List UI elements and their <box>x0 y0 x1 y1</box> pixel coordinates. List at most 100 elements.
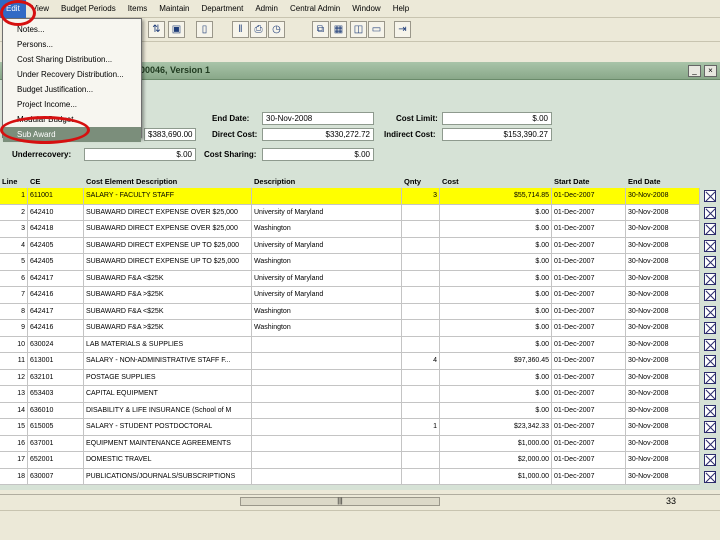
cell-ced[interactable]: SALARY - STUDENT POSTDOCTORAL <box>84 419 252 436</box>
cell-ce[interactable]: 642405 <box>28 254 84 271</box>
cell-qty[interactable] <box>402 237 440 254</box>
table-row[interactable]: 4 642405 SUBAWARD DIRECT EXPENSE UP TO $25… <box>0 237 700 254</box>
cell-ce[interactable]: 630007 <box>28 468 84 485</box>
cell-cost[interactable]: $.00 <box>440 386 552 403</box>
column-header-cost-element-description[interactable]: Cost Element Description <box>84 176 252 187</box>
cell-line[interactable]: 18 <box>0 468 28 485</box>
table-row[interactable]: 2 642410 SUBAWARD DIRECT EXPENSE OVER $25,… <box>0 204 700 221</box>
edit-menu-item-cost-sharing-distribution[interactable]: Cost Sharing Distribution... <box>3 52 141 67</box>
edit-menu-item-under-recovery-distribution[interactable]: Under Recovery Distribution... <box>3 67 141 82</box>
cell-line[interactable]: 2 <box>0 204 28 221</box>
column-header-start-date[interactable]: Start Date <box>552 176 626 187</box>
table-row[interactable]: 13 653403 CAPITAL EQUIPMENT $.00 01-Dec-2007… <box>0 386 700 403</box>
end-date-field[interactable]: 30-Nov-2008 <box>262 112 374 125</box>
cell-start[interactable]: 01-Dec-2007 <box>552 468 626 485</box>
delete-row-icon[interactable] <box>704 454 716 466</box>
cell-line[interactable]: 17 <box>0 452 28 469</box>
cell-cost[interactable]: $97,360.45 <box>440 353 552 370</box>
split-view-icon[interactable]: ◫ <box>350 21 367 38</box>
cell-line[interactable]: 6 <box>0 270 28 287</box>
cell-desc[interactable]: Washington <box>252 221 402 238</box>
cell-qty[interactable] <box>402 452 440 469</box>
cell-ced[interactable]: PUBLICATIONS/JOURNALS/SUBSCRIPTIONS <box>84 468 252 485</box>
cell-desc[interactable] <box>252 353 402 370</box>
horizontal-scrollbar[interactable]: ||| <box>0 494 720 508</box>
table-row[interactable]: 16 637001 EQUIPMENT MAINTENANCE AGREEMENTS… <box>0 435 700 452</box>
delete-row-icon[interactable] <box>704 404 716 417</box>
table-row[interactable]: 5 642405 SUBAWARD DIRECT EXPENSE UP TO $25… <box>0 254 700 271</box>
column-header-cost[interactable]: Cost <box>440 176 552 187</box>
cell-qty[interactable] <box>402 386 440 403</box>
clock-icon[interactable]: ◷ <box>268 21 285 38</box>
cell-qty[interactable] <box>402 204 440 221</box>
cell-ced[interactable]: DOMESTIC TRAVEL <box>84 452 252 469</box>
cell-end[interactable]: 30-Nov-2008 <box>626 270 700 287</box>
menu-budget-periods[interactable]: Budget Periods <box>55 0 122 18</box>
cell-qty[interactable] <box>402 254 440 271</box>
cell-cost[interactable]: $23,342.33 <box>440 419 552 436</box>
delete-row-icon[interactable] <box>704 338 716 351</box>
cell-start[interactable]: 01-Dec-2007 <box>552 237 626 254</box>
cell-qty[interactable] <box>402 320 440 337</box>
cell-start[interactable]: 01-Dec-2007 <box>552 402 626 419</box>
cell-ce[interactable]: 652001 <box>28 452 84 469</box>
cell-ced[interactable]: SUBAWARD F&A <$25K <box>84 270 252 287</box>
cell-cost[interactable]: $.00 <box>440 237 552 254</box>
close-button[interactable]: × <box>704 65 717 77</box>
exit-icon[interactable]: ⇥ <box>394 21 411 38</box>
cell-ce[interactable]: 636010 <box>28 402 84 419</box>
cell-start[interactable]: 01-Dec-2007 <box>552 204 626 221</box>
columns-icon[interactable]: ‖ <box>232 21 249 38</box>
menu-admin[interactable]: Admin <box>249 0 284 18</box>
menu-central-admin[interactable]: Central Admin <box>284 0 346 18</box>
delete-row-icon[interactable] <box>704 421 716 433</box>
cell-ced[interactable]: SUBAWARD DIRECT EXPENSE UP TO $25,000 <box>84 237 252 254</box>
cell-desc[interactable]: University of Maryland <box>252 270 402 287</box>
table-row[interactable]: 8 642417 SUBAWARD F&A <$25K Washington $.00 0… <box>0 303 700 320</box>
edit-menu-item-persons[interactable]: Persons... <box>3 37 141 52</box>
cell-end[interactable]: 30-Nov-2008 <box>626 320 700 337</box>
cell-desc[interactable] <box>252 336 402 353</box>
cell-end[interactable]: 30-Nov-2008 <box>626 402 700 419</box>
cell-start[interactable]: 01-Dec-2007 <box>552 386 626 403</box>
direct-cost-field[interactable]: $330,272.72 <box>262 128 374 141</box>
document-icon[interactable]: ▯ <box>196 21 213 38</box>
cell-line[interactable]: 12 <box>0 369 28 386</box>
cell-ce[interactable]: 630024 <box>28 336 84 353</box>
cost-sharing-field[interactable]: $.00 <box>262 148 374 161</box>
cell-ce[interactable]: 653403 <box>28 386 84 403</box>
cell-qty[interactable]: 3 <box>402 188 440 205</box>
cell-end[interactable]: 30-Nov-2008 <box>626 237 700 254</box>
cell-qty[interactable] <box>402 468 440 485</box>
cell-cost[interactable]: $.00 <box>440 303 552 320</box>
cell-line[interactable]: 8 <box>0 303 28 320</box>
cell-ced[interactable]: DISABILITY & LIFE INSURANCE (School of M <box>84 402 252 419</box>
delete-row-icon[interactable] <box>704 470 716 483</box>
cell-start[interactable]: 01-Dec-2007 <box>552 221 626 238</box>
grid-icon[interactable]: ▦ <box>330 21 347 38</box>
cell-ce[interactable]: 642410 <box>28 204 84 221</box>
menu-window[interactable]: Window <box>346 0 386 18</box>
cell-ced[interactable]: SUBAWARD DIRECT EXPENSE OVER $25,000 <box>84 221 252 238</box>
cell-ce[interactable]: 615005 <box>28 419 84 436</box>
cell-cost[interactable]: $.00 <box>440 254 552 271</box>
cell-desc[interactable] <box>252 402 402 419</box>
cell-cost[interactable]: $.00 <box>440 320 552 337</box>
delete-row-icon[interactable] <box>704 371 716 384</box>
table-row[interactable]: 1 611001 SALARY - FACULTY STAFF 3 $55,714.85… <box>0 188 700 205</box>
cell-ced[interactable]: LAB MATERIALS & SUPPLIES <box>84 336 252 353</box>
save-icon[interactable]: ▣ <box>168 21 185 38</box>
cell-line[interactable]: 3 <box>0 221 28 238</box>
cell-ce[interactable]: 642416 <box>28 287 84 304</box>
cell-start[interactable]: 01-Dec-2007 <box>552 320 626 337</box>
delete-row-icon[interactable] <box>704 206 716 219</box>
cell-qty[interactable] <box>402 402 440 419</box>
cell-line[interactable]: 5 <box>0 254 28 271</box>
cell-start[interactable]: 01-Dec-2007 <box>552 188 626 205</box>
indirect-cost-field[interactable]: $153,390.27 <box>442 128 552 141</box>
column-header-ce[interactable]: CE <box>28 176 84 187</box>
cell-desc[interactable] <box>252 435 402 452</box>
cell-cost[interactable]: $.00 <box>440 287 552 304</box>
cell-end[interactable]: 30-Nov-2008 <box>626 386 700 403</box>
cell-desc[interactable] <box>252 386 402 403</box>
